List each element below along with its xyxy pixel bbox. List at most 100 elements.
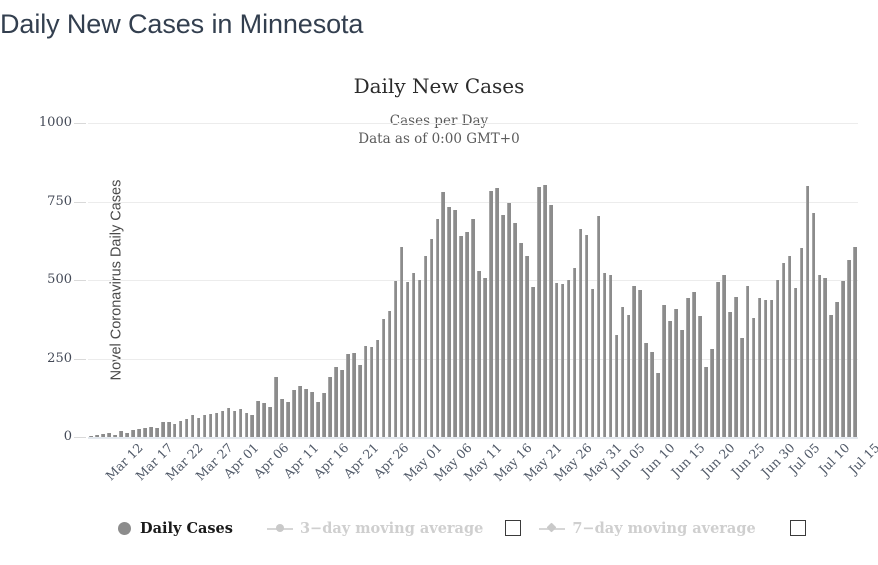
bar[interactable]: [704, 367, 708, 437]
bar[interactable]: [471, 219, 475, 437]
bar[interactable]: [268, 406, 272, 437]
bar[interactable]: [375, 339, 380, 437]
bar[interactable]: [250, 415, 255, 437]
bar[interactable]: [286, 401, 290, 437]
bar[interactable]: [202, 415, 207, 437]
bar[interactable]: [89, 436, 93, 437]
bar[interactable]: [154, 427, 159, 437]
bar[interactable]: [495, 188, 499, 437]
bar[interactable]: [710, 349, 714, 437]
bar[interactable]: [614, 335, 619, 437]
bar[interactable]: [232, 410, 237, 437]
legend-item-3-day-moving-average[interactable]: 3−day moving average: [266, 520, 483, 537]
bar[interactable]: [101, 434, 105, 437]
bar[interactable]: [238, 408, 243, 437]
bar[interactable]: [566, 280, 571, 437]
checkbox-3-day-moving-average[interactable]: [505, 520, 522, 536]
bar[interactable]: [441, 192, 446, 437]
bar[interactable]: [823, 277, 828, 437]
bar[interactable]: [244, 412, 249, 437]
legend-item-daily-cases[interactable]: Daily Cases: [118, 520, 233, 537]
bar[interactable]: [387, 311, 392, 437]
bar[interactable]: [519, 243, 523, 437]
bar[interactable]: [769, 300, 774, 437]
bar[interactable]: [775, 280, 780, 437]
bar[interactable]: [328, 376, 332, 437]
bar[interactable]: [95, 435, 99, 437]
bar[interactable]: [172, 424, 177, 437]
bar[interactable]: [345, 354, 350, 437]
bar[interactable]: [727, 311, 732, 437]
bar[interactable]: [226, 408, 231, 437]
bar[interactable]: [298, 386, 302, 437]
bar[interactable]: [322, 393, 326, 437]
bar[interactable]: [381, 319, 386, 437]
bar[interactable]: [119, 431, 123, 437]
bar[interactable]: [196, 417, 201, 437]
bar[interactable]: [686, 297, 690, 437]
bar[interactable]: [620, 307, 625, 437]
bar[interactable]: [137, 428, 141, 437]
bar[interactable]: [536, 187, 541, 437]
bar[interactable]: [369, 346, 374, 437]
bar[interactable]: [638, 289, 643, 437]
bar[interactable]: [799, 248, 804, 437]
bar[interactable]: [107, 432, 111, 437]
bar[interactable]: [477, 270, 481, 437]
bar[interactable]: [501, 215, 505, 437]
bar[interactable]: [274, 377, 278, 437]
bar[interactable]: [131, 430, 135, 437]
bar[interactable]: [399, 247, 404, 437]
bar[interactable]: [805, 185, 810, 437]
bar[interactable]: [459, 236, 463, 437]
bar[interactable]: [214, 413, 219, 437]
bar[interactable]: [632, 285, 637, 437]
bar[interactable]: [149, 426, 153, 437]
bar[interactable]: [423, 255, 428, 437]
bar[interactable]: [256, 400, 261, 437]
bar[interactable]: [143, 427, 147, 437]
bar[interactable]: [578, 228, 583, 437]
bar[interactable]: [363, 345, 368, 437]
bar[interactable]: [357, 364, 362, 437]
bar[interactable]: [811, 213, 816, 437]
bar[interactable]: [733, 296, 738, 437]
bar[interactable]: [590, 289, 595, 437]
bar[interactable]: [280, 398, 284, 437]
bar[interactable]: [650, 351, 654, 437]
bar[interactable]: [757, 298, 762, 437]
bar[interactable]: [483, 278, 487, 437]
bar[interactable]: [453, 210, 457, 437]
bar[interactable]: [716, 282, 720, 437]
legend-item-7-day-moving-average[interactable]: 7−day moving average: [539, 520, 756, 537]
bar[interactable]: [793, 288, 798, 437]
bar[interactable]: [447, 207, 452, 437]
bar[interactable]: [817, 274, 822, 437]
bar[interactable]: [662, 305, 666, 437]
bar[interactable]: [113, 435, 117, 437]
bar[interactable]: [190, 415, 195, 437]
bar[interactable]: [429, 238, 434, 437]
bar[interactable]: [292, 389, 296, 437]
bar[interactable]: [184, 419, 189, 437]
bar[interactable]: [572, 267, 577, 437]
bar[interactable]: [489, 190, 493, 437]
bar[interactable]: [644, 343, 649, 437]
bar[interactable]: [560, 284, 565, 437]
bar[interactable]: [835, 301, 840, 437]
bar[interactable]: [554, 283, 559, 437]
bar[interactable]: [208, 413, 213, 437]
bar[interactable]: [841, 280, 845, 437]
bar[interactable]: [548, 204, 553, 437]
bar[interactable]: [602, 273, 607, 437]
bar[interactable]: [626, 315, 631, 437]
bar[interactable]: [507, 203, 511, 437]
bar[interactable]: [166, 421, 171, 437]
bar[interactable]: [739, 338, 744, 437]
checkbox-7-day-moving-average[interactable]: [789, 520, 806, 536]
bar[interactable]: [853, 247, 857, 437]
bar[interactable]: [393, 280, 398, 437]
bar[interactable]: [745, 285, 750, 437]
bar[interactable]: [334, 366, 338, 437]
bar[interactable]: [680, 330, 684, 437]
